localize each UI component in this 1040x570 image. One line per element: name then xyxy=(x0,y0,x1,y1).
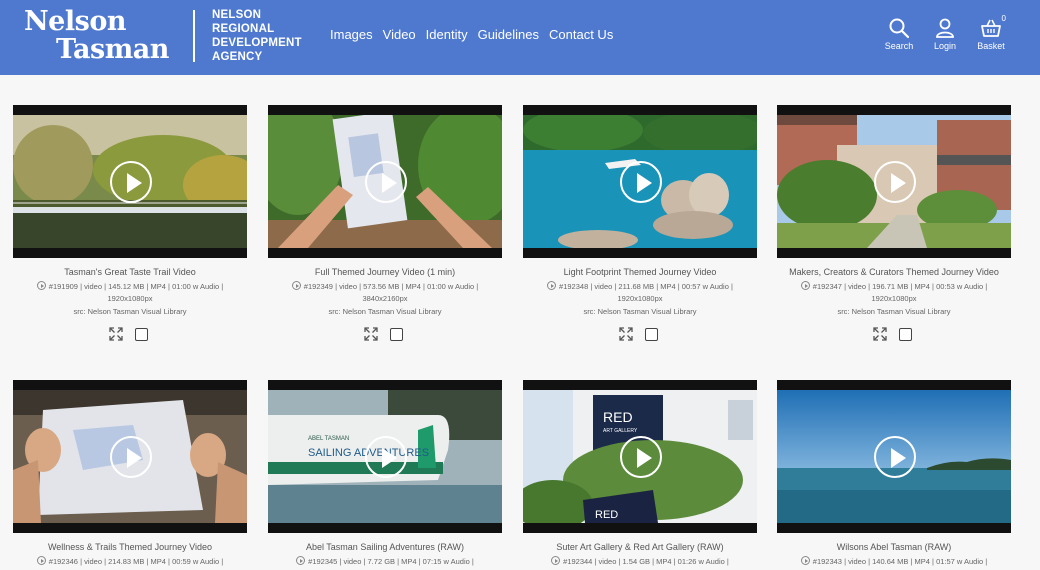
logo-line-2: Tasman xyxy=(56,34,169,65)
video-thumbnail[interactable]: RED ART GALLERY RED xyxy=(523,380,757,533)
play-icon[interactable] xyxy=(620,436,662,478)
video-title[interactable]: Light Footprint Themed Journey Video xyxy=(523,267,757,277)
main-nav: Images Video Identity Guidelines Contact… xyxy=(330,27,623,42)
video-type-icon xyxy=(800,556,810,565)
search-button[interactable]: Search xyxy=(876,17,922,51)
select-checkbox[interactable] xyxy=(645,327,658,341)
video-resolution: 1920x1080px xyxy=(617,294,663,303)
play-icon[interactable] xyxy=(874,161,916,203)
search-icon xyxy=(889,18,910,39)
expand-icon[interactable] xyxy=(109,327,123,341)
video-meta: #191909 | video | 145.12 MB | MP4 | 01:0… xyxy=(13,281,247,305)
play-icon[interactable] xyxy=(365,436,407,478)
search-label: Search xyxy=(884,41,914,51)
video-thumbnail[interactable] xyxy=(13,105,247,258)
video-meta-line: #192345 | video | 7.72 GB | MP4 | 07:15 … xyxy=(308,557,474,566)
video-meta-line: #191909 | video | 145.12 MB | MP4 | 01:0… xyxy=(48,282,224,291)
video-thumbnail[interactable] xyxy=(523,105,757,258)
video-actions xyxy=(364,327,403,341)
agency-name: NELSON REGIONAL DEVELOPMENT AGENCY xyxy=(212,8,312,64)
video-title[interactable]: Tasman's Great Taste Trail Video xyxy=(13,267,247,277)
video-meta: #192343 | video | 140.64 MB | MP4 | 01:5… xyxy=(777,556,1011,568)
video-meta: #192347 | video | 196.71 MB | MP4 | 00:5… xyxy=(777,281,1011,305)
video-meta: #192345 | video | 7.72 GB | MP4 | 07:15 … xyxy=(268,556,502,568)
expand-icon[interactable] xyxy=(364,327,378,341)
boat-small-text: ABEL TASMAN xyxy=(308,436,349,442)
video-type-icon xyxy=(291,281,301,290)
gallery-sign-text: RED xyxy=(603,409,633,425)
agency-line: NELSON xyxy=(212,9,262,21)
video-meta-line: #192348 | video | 211.68 MB | MP4 | 00:5… xyxy=(559,282,733,291)
video-title[interactable]: Wellness & Trails Themed Journey Video xyxy=(13,542,247,552)
video-resolution: 1920x1080px xyxy=(871,294,917,303)
video-meta: #192349 | video | 573.56 MB | MP4 | 01:0… xyxy=(268,281,502,305)
basket-icon xyxy=(981,19,1001,37)
nav-contact-us[interactable]: Contact Us xyxy=(549,27,613,42)
video-actions xyxy=(619,327,658,341)
select-checkbox[interactable] xyxy=(899,327,912,341)
video-type-icon xyxy=(551,556,561,565)
video-title[interactable]: Abel Tasman Sailing Adventures (RAW) xyxy=(268,542,502,552)
video-title[interactable]: Makers, Creators & Curators Themed Journ… xyxy=(777,267,1011,277)
select-checkbox[interactable] xyxy=(135,327,148,341)
video-source: src: Nelson Tasman Visual Library xyxy=(583,307,697,316)
video-actions xyxy=(873,327,912,341)
video-thumbnail[interactable]: ABEL TASMAN SAILING ADVENTURES xyxy=(268,380,502,533)
video-resolution: 1920x1080px xyxy=(107,294,153,303)
basket-count-badge: 0 xyxy=(1001,14,1006,23)
gallery-sign-subtext: ART GALLERY xyxy=(603,428,638,434)
video-type-icon xyxy=(800,281,810,290)
logo-divider xyxy=(193,10,195,62)
nav-images[interactable]: Images xyxy=(330,27,373,42)
select-checkbox[interactable] xyxy=(390,327,403,341)
play-icon[interactable] xyxy=(620,161,662,203)
nelson-tasman-logo[interactable]: Nelson Tasman xyxy=(24,7,204,67)
login-button[interactable]: Login xyxy=(922,17,968,51)
video-source: src: Nelson Tasman Visual Library xyxy=(73,307,187,316)
agency-line: DEVELOPMENT xyxy=(212,37,302,49)
nav-guidelines[interactable]: Guidelines xyxy=(478,27,539,42)
play-icon[interactable] xyxy=(365,161,407,203)
video-meta-line: #192346 | video | 214.83 MB | MP4 | 00:5… xyxy=(48,557,224,566)
video-type-icon xyxy=(36,556,46,565)
video-meta-line: #192349 | video | 573.56 MB | MP4 | 01:0… xyxy=(303,282,479,291)
video-meta-line: #192343 | video | 140.64 MB | MP4 | 01:5… xyxy=(812,557,988,566)
agency-line: AGENCY xyxy=(212,51,263,63)
video-source: src: Nelson Tasman Visual Library xyxy=(328,307,442,316)
header-actions: Search Login 0 Basket xyxy=(876,14,1014,51)
video-thumbnail[interactable] xyxy=(777,105,1011,258)
user-icon xyxy=(936,18,954,38)
video-type-icon xyxy=(547,281,557,290)
logo-line-1: Nelson xyxy=(24,6,126,37)
video-meta-line: #192344 | video | 1.54 GB | MP4 | 01:26 … xyxy=(563,557,729,566)
video-thumbnail[interactable] xyxy=(268,105,502,258)
video-actions xyxy=(109,327,148,341)
expand-icon[interactable] xyxy=(873,327,887,341)
video-meta: #192344 | video | 1.54 GB | MP4 | 01:26 … xyxy=(523,556,757,568)
login-label: Login xyxy=(933,41,957,51)
video-title[interactable]: Suter Art Gallery & Red Art Gallery (RAW… xyxy=(523,542,757,552)
agency-line: REGIONAL xyxy=(212,23,275,35)
video-title[interactable]: Wilsons Abel Tasman (RAW) xyxy=(777,542,1011,552)
video-meta-line: #192347 | video | 196.71 MB | MP4 | 00:5… xyxy=(812,282,988,291)
play-icon[interactable] xyxy=(874,436,916,478)
video-type-icon xyxy=(36,281,46,290)
basket-label: Basket xyxy=(977,41,1005,51)
expand-icon[interactable] xyxy=(619,327,633,341)
video-thumbnail[interactable] xyxy=(13,380,247,533)
video-title[interactable]: Full Themed Journey Video (1 min) xyxy=(268,267,502,277)
video-meta: #192346 | video | 214.83 MB | MP4 | 00:5… xyxy=(13,556,247,568)
video-resolution: 3840x2160px xyxy=(362,294,408,303)
gallery-banner-text: RED xyxy=(595,509,618,521)
video-thumbnail[interactable] xyxy=(777,380,1011,533)
nav-video[interactable]: Video xyxy=(383,27,416,42)
play-icon[interactable] xyxy=(110,436,152,478)
site-header: Nelson Tasman NELSON REGIONAL DEVELOPMEN… xyxy=(0,0,1040,75)
play-icon[interactable] xyxy=(110,161,152,203)
video-source: src: Nelson Tasman Visual Library xyxy=(837,307,951,316)
video-type-icon xyxy=(296,556,306,565)
video-meta: #192348 | video | 211.68 MB | MP4 | 00:5… xyxy=(523,281,757,305)
basket-button[interactable]: 0 Basket xyxy=(968,14,1014,51)
nav-identity[interactable]: Identity xyxy=(426,27,468,42)
